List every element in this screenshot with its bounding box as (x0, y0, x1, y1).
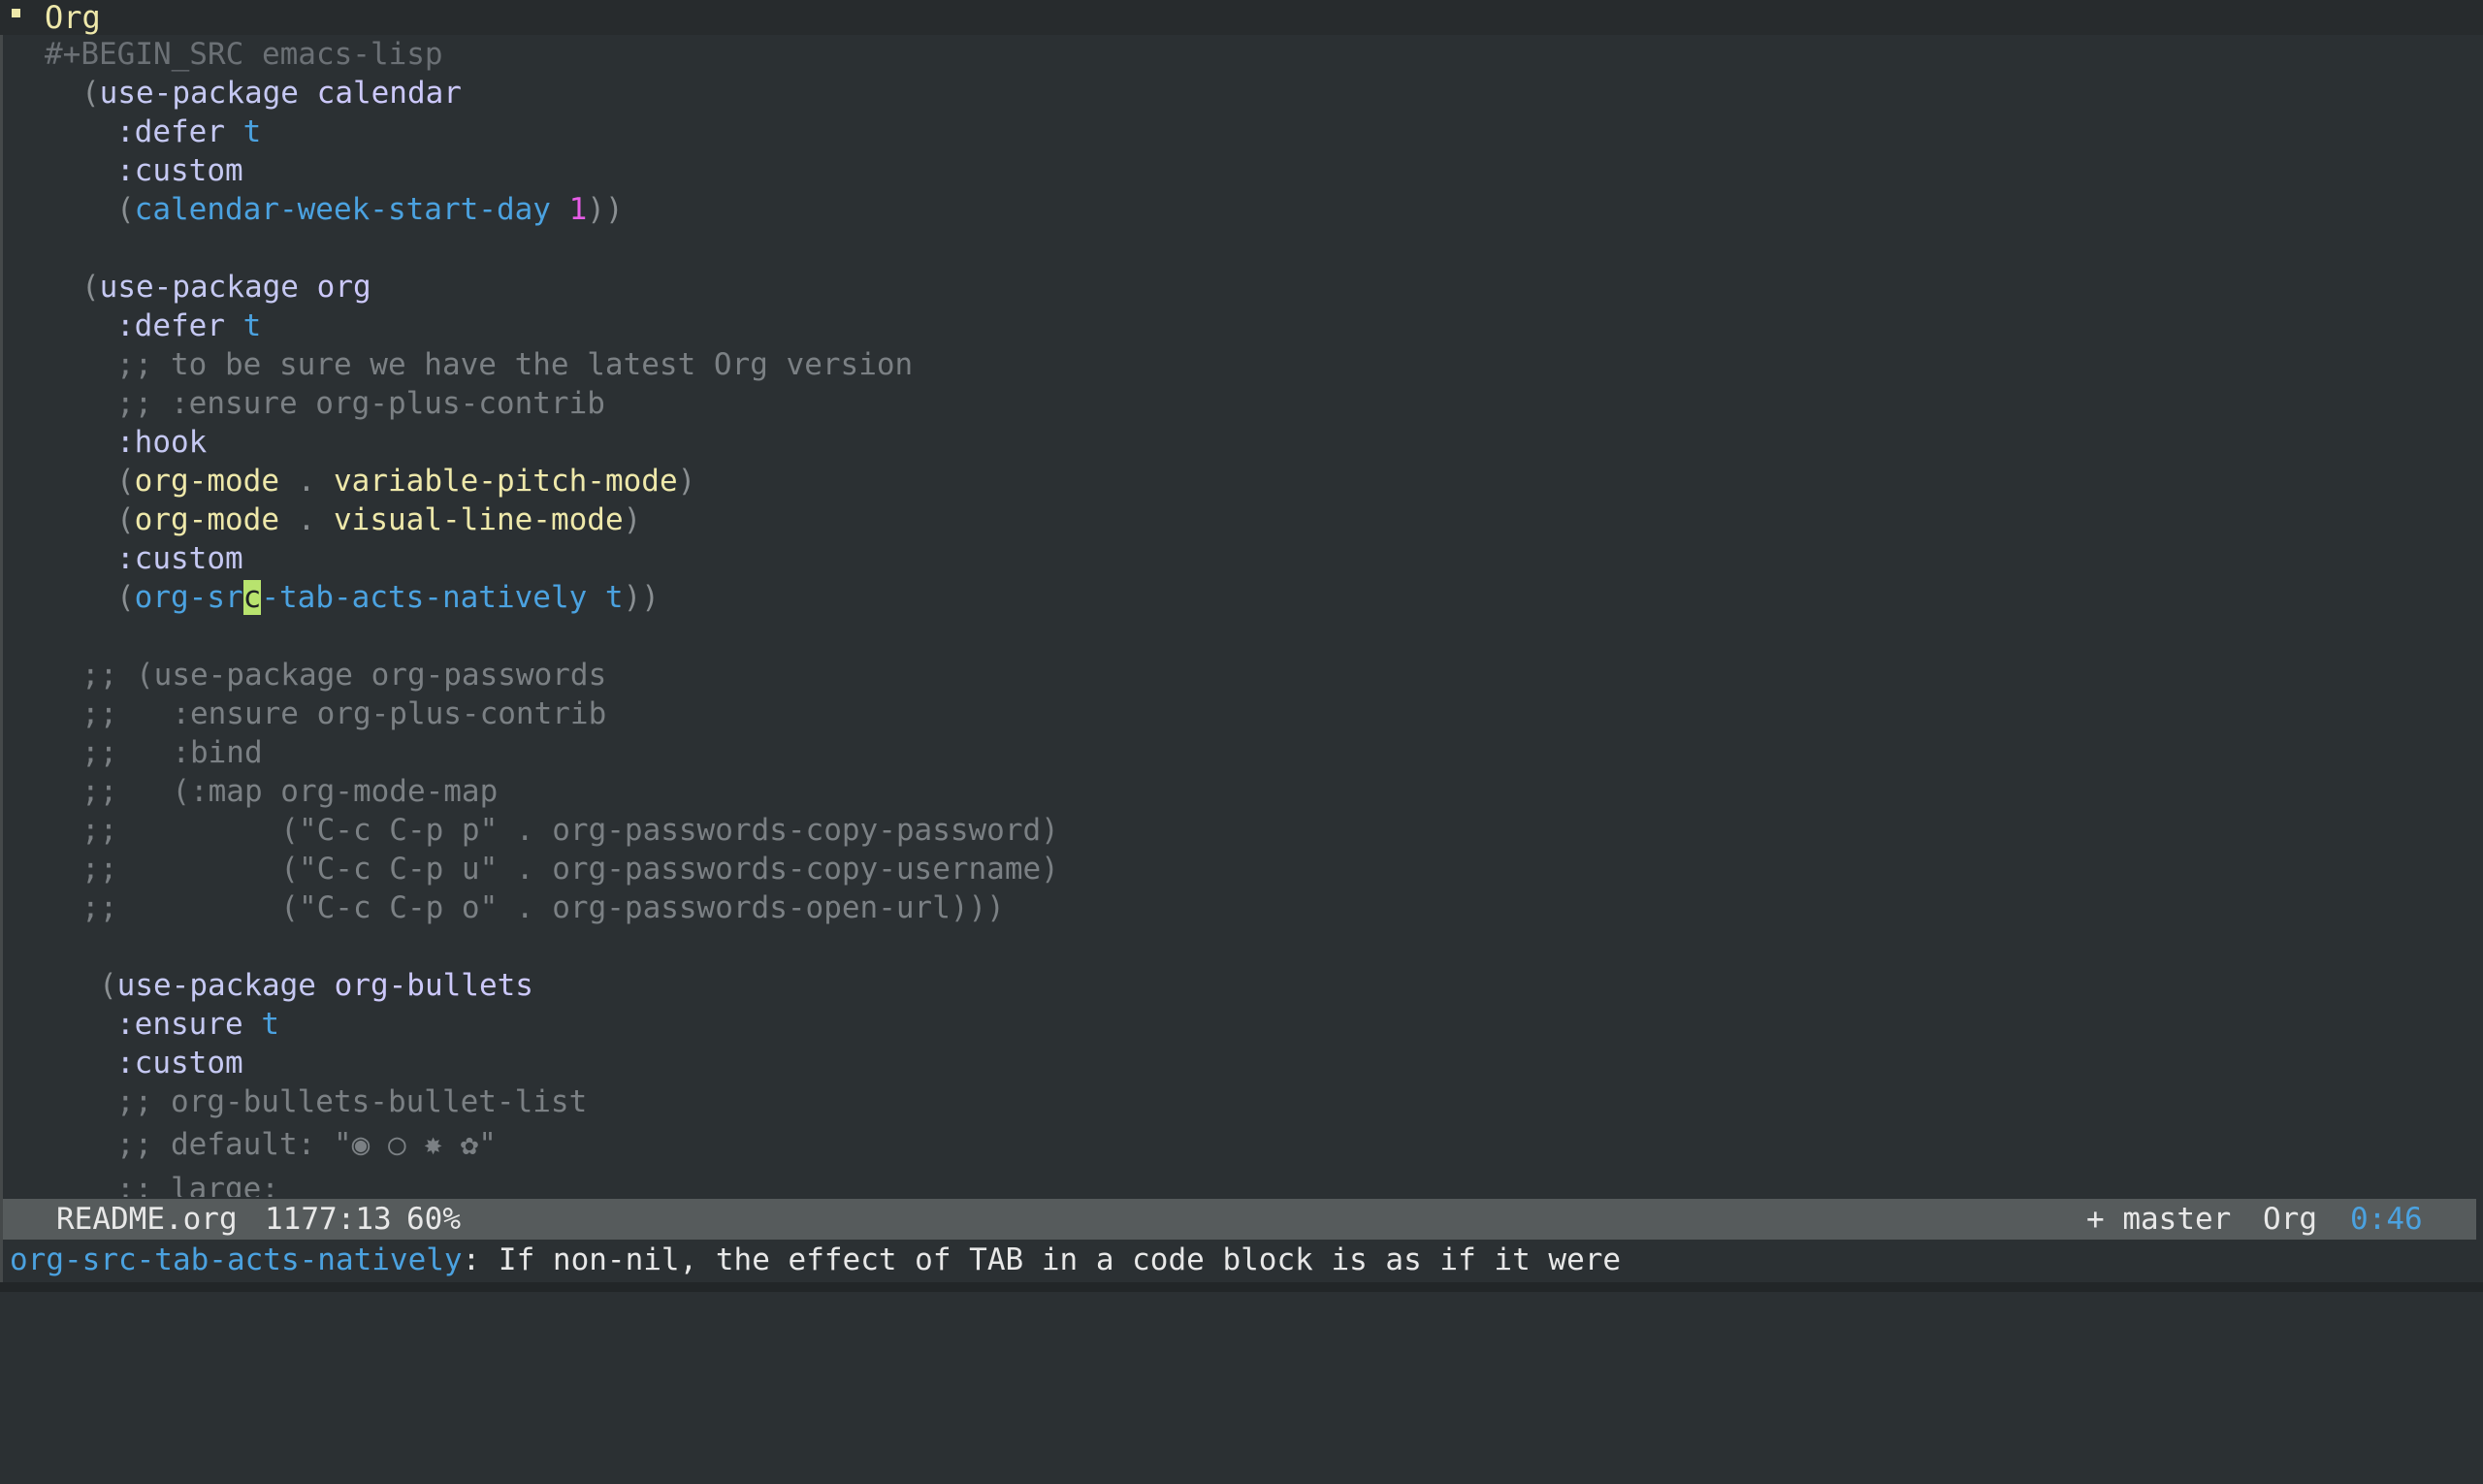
major-mode[interactable]: Org (2263, 1199, 2317, 1240)
echo-area-text: org-src-tab-acts-natively: If non-nil, t… (10, 1240, 1621, 1280)
code-comment: ;; to be sure we have the latest Org ver… (116, 347, 914, 382)
org-heading-line[interactable]: Org (0, 0, 2483, 35)
code-comment: ;; :ensure org-plus-contrib (116, 386, 605, 421)
code-line: :custom (116, 1046, 243, 1081)
cursor-position: 1177:13 (265, 1202, 392, 1237)
code-line-current[interactable]: (org-src-tab-acts-natively t)) (116, 578, 660, 617)
code-comment: ;; ("C-c C-p p" . org-passwords-copy-pas… (81, 813, 1059, 848)
code-comment: ;; default: "◉ ○ ✸ ✿" (116, 1127, 497, 1162)
code-line: :defer t (116, 114, 262, 149)
code-comment: ;; org-bullets-bullet-list (116, 1084, 588, 1119)
code-line: :defer t (116, 308, 262, 343)
text-cursor[interactable]: c (242, 580, 262, 615)
code-comment: ;; large: (116, 1172, 279, 1197)
vc-branch[interactable]: + master (2086, 1199, 2231, 1240)
echo-area: org-src-tab-acts-natively: If non-nil, t… (0, 1240, 2483, 1280)
code-comment: ;; :bind (81, 735, 263, 770)
code-line: (org-mode . variable-pitch-mode) (116, 464, 696, 499)
code-comment: ;; (:map org-mode-map (81, 774, 499, 809)
code-line: (calendar-week-start-day 1)) (116, 192, 624, 227)
begin-src-marker: #+BEGIN_SRC emacs-lisp (45, 37, 443, 72)
echo-symbol[interactable]: org-src-tab-acts-natively (10, 1242, 463, 1277)
buffer-name[interactable]: README.org (56, 1199, 238, 1240)
buffer-percent: 60% (406, 1202, 461, 1237)
code-line: :ensure t (116, 1007, 279, 1042)
code-comment: ;; ("C-c C-p u" . org-passwords-copy-use… (81, 852, 1059, 887)
editor-buffer[interactable]: #+BEGIN_SRC emacs-lisp (use-package cale… (0, 35, 2483, 1197)
code-line: :hook (116, 425, 208, 460)
code-comment: ;; ("C-c C-p o" . org-passwords-open-url… (81, 890, 1005, 925)
code-line: (use-package calendar (81, 76, 462, 111)
heading-bullet-icon (12, 9, 20, 17)
clock: 0:46 (2350, 1202, 2423, 1237)
code-line: :custom (116, 541, 243, 576)
heading-title[interactable]: Org (45, 0, 101, 35)
mode-line: README.org 1177:13 60% + master Org 0:46 (3, 1199, 2476, 1240)
frame-bottom-edge (0, 1282, 2483, 1292)
code-comment: ;; (use-package org-passwords (81, 658, 607, 693)
echo-message: : If non-nil, the effect of TAB in a cod… (462, 1242, 1622, 1277)
code-line: (org-mode . visual-line-mode) (116, 502, 642, 537)
code-line: (use-package org-bullets (99, 968, 533, 1003)
code-line: :custom (116, 153, 243, 188)
code-line: (use-package org (81, 270, 371, 305)
code-comment: ;; :ensure org-plus-contrib (81, 696, 607, 731)
